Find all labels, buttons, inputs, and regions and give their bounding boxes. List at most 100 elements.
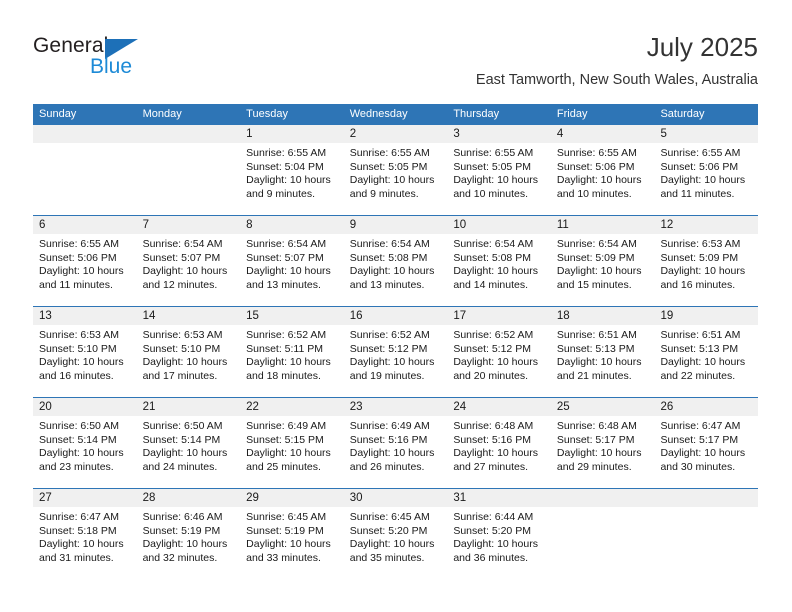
day-number: 26: [654, 398, 759, 416]
general-blue-logo[interactable]: General Blue: [33, 34, 153, 86]
day-sun-info: Sunrise: 6:51 AM Sunset: 5:13 PM Daylight:…: [654, 325, 758, 383]
calendar-day-cell[interactable]: 17 Sunrise: 6:52 AM Sunset: 5:12 PM Dayligh…: [447, 307, 551, 397]
calendar-week-row: 27 Sunrise: 6:47 AM Sunset: 5:18 PM Dayligh…: [33, 488, 759, 579]
day-number: 31: [447, 489, 551, 507]
day-sun-info: Sunrise: 6:54 AM Sunset: 5:07 PM Daylight:…: [137, 234, 241, 292]
calendar-day-cell[interactable]: 29 Sunrise: 6:45 AM Sunset: 5:19 PM Dayligh…: [240, 489, 344, 579]
sunset-text: Sunset: 5:05 PM: [349, 160, 428, 173]
calendar-day-cell[interactable]: 6 Sunrise: 6:55 AM Sunset: 5:06 PM Daylight…: [33, 216, 137, 306]
sunrise-text: Sunrise: 6:51 AM: [556, 329, 637, 341]
calendar-day-cell[interactable]: 2 Sunrise: 6:55 AM Sunset: 5:05 PM Daylight…: [343, 125, 448, 215]
calendar-day-cell[interactable]: 16 Sunrise: 6:52 AM Sunset: 5:12 PM Dayligh…: [343, 307, 448, 397]
calendar-day-cell[interactable]: 28 Sunrise: 6:46 AM Sunset: 5:19 PM Dayligh…: [136, 489, 241, 579]
calendar-week-row: 13 Sunrise: 6:53 AM Sunset: 5:10 PM Dayligh…: [33, 306, 759, 397]
calendar-day-cell[interactable]: 14 Sunrise: 6:53 AM Sunset: 5:10 PM Dayligh…: [136, 307, 241, 397]
sunset-text: Sunset: 5:18 PM: [39, 524, 117, 537]
page-subtitle: East Tamworth, New South Wales, Australi…: [475, 72, 758, 88]
calendar-day-cell[interactable]: 25 Sunrise: 6:48 AM Sunset: 5:17 PM Dayligh…: [550, 398, 655, 488]
sunset-text: Sunset: 5:16 PM: [349, 433, 428, 446]
calendar-day-cell[interactable]: 1 Sunrise: 6:55 AM Sunset: 5:04 PM Daylight…: [240, 125, 344, 215]
day-sun-info: Sunrise: 6:48 AM Sunset: 5:17 PM Daylight:…: [551, 416, 655, 474]
day-number: 7: [136, 216, 241, 234]
daylight-text: Daylight: 10 hours and 15 minutes.: [556, 265, 642, 291]
day-number: 15: [240, 307, 344, 325]
daylight-text: Daylight: 10 hours and 21 minutes.: [556, 356, 642, 382]
day-number: [136, 125, 241, 143]
day-sun-info: Sunrise: 6:52 AM Sunset: 5:11 PM Daylight:…: [240, 325, 344, 383]
daylight-text: Daylight: 10 hours and 25 minutes.: [246, 447, 331, 473]
daylight-text: Daylight: 10 hours and 16 minutes.: [660, 265, 746, 291]
calendar-grid: Sunday Monday Tuesday Wednesday Thursday…: [33, 104, 759, 579]
sunset-text: Sunset: 5:09 PM: [556, 251, 635, 264]
logo-text-blue: Blue: [90, 55, 133, 78]
day-number: 11: [550, 216, 655, 234]
calendar-day-cell[interactable]: 10 Sunrise: 6:54 AM Sunset: 5:08 PM Dayligh…: [447, 216, 551, 306]
calendar-day-cell[interactable]: 23 Sunrise: 6:49 AM Sunset: 5:16 PM Dayligh…: [343, 398, 448, 488]
day-number: 23: [343, 398, 448, 416]
sunset-text: Sunset: 5:05 PM: [453, 160, 531, 173]
day-sun-info: Sunrise: 6:45 AM Sunset: 5:19 PM Daylight:…: [240, 507, 344, 565]
day-number: 20: [33, 398, 137, 416]
calendar-day-cell[interactable]: 9 Sunrise: 6:54 AM Sunset: 5:08 PM Daylight…: [343, 216, 448, 306]
calendar-day-cell[interactable]: 22 Sunrise: 6:49 AM Sunset: 5:15 PM Dayligh…: [240, 398, 344, 488]
sunrise-text: Sunrise: 6:52 AM: [246, 329, 327, 341]
sunset-text: Sunset: 5:17 PM: [660, 433, 739, 446]
day-number: 8: [240, 216, 344, 234]
day-sun-info: Sunrise: 6:55 AM Sunset: 5:05 PM Daylight:…: [344, 143, 448, 201]
day-sun-info: Sunrise: 6:48 AM Sunset: 5:16 PM Daylight:…: [447, 416, 551, 474]
daylight-text: Daylight: 10 hours and 13 minutes.: [349, 265, 435, 291]
calendar-day-cell[interactable]: 15 Sunrise: 6:52 AM Sunset: 5:11 PM Dayligh…: [240, 307, 344, 397]
daylight-text: Daylight: 10 hours and 32 minutes.: [142, 538, 228, 564]
day-number: 1: [240, 125, 344, 143]
day-sun-info: Sunrise: 6:54 AM Sunset: 5:09 PM Daylight:…: [551, 234, 655, 292]
calendar-day-cell[interactable]: 27 Sunrise: 6:47 AM Sunset: 5:18 PM Dayligh…: [33, 489, 137, 579]
day-sun-info: Sunrise: 6:53 AM Sunset: 5:10 PM Daylight:…: [33, 325, 137, 383]
calendar-day-cell[interactable]: 3 Sunrise: 6:55 AM Sunset: 5:05 PM Daylight…: [447, 125, 551, 215]
weekday-header-row: Sunday Monday Tuesday Wednesday Thursday…: [33, 104, 758, 125]
day-number: [654, 489, 759, 507]
calendar-day-cell[interactable]: 20 Sunrise: 6:50 AM Sunset: 5:14 PM Dayligh…: [33, 398, 137, 488]
sunrise-text: Sunrise: 6:46 AM: [142, 511, 223, 523]
calendar-day-cell[interactable]: 30 Sunrise: 6:45 AM Sunset: 5:20 PM Dayligh…: [343, 489, 448, 579]
day-number: 13: [33, 307, 137, 325]
calendar-day-cell[interactable]: 21 Sunrise: 6:50 AM Sunset: 5:14 PM Dayligh…: [136, 398, 241, 488]
calendar-day-cell[interactable]: 31 Sunrise: 6:44 AM Sunset: 5:20 PM Dayligh…: [447, 489, 551, 579]
daylight-text: Daylight: 10 hours and 10 minutes.: [556, 174, 642, 200]
daylight-text: Daylight: 10 hours and 20 minutes.: [453, 356, 538, 382]
day-sun-info: Sunrise: 6:50 AM Sunset: 5:14 PM Daylight:…: [137, 416, 241, 474]
calendar-day-cell[interactable]: 26 Sunrise: 6:47 AM Sunset: 5:17 PM Dayligh…: [654, 398, 759, 488]
sunrise-text: Sunrise: 6:49 AM: [246, 420, 327, 432]
calendar-day-cell[interactable]: 18 Sunrise: 6:51 AM Sunset: 5:13 PM Dayligh…: [550, 307, 655, 397]
daylight-text: Daylight: 10 hours and 33 minutes.: [246, 538, 331, 564]
day-number: 2: [343, 125, 448, 143]
sunset-text: Sunset: 5:08 PM: [453, 251, 531, 264]
page-title: July 2025: [646, 32, 758, 62]
sunset-text: Sunset: 5:10 PM: [39, 342, 117, 355]
sunrise-text: Sunrise: 6:53 AM: [142, 329, 223, 341]
calendar-day-cell[interactable]: 13 Sunrise: 6:53 AM Sunset: 5:10 PM Dayligh…: [33, 307, 137, 397]
calendar-week-row: 1 Sunrise: 6:55 AM Sunset: 5:04 PM Daylight…: [33, 125, 759, 215]
day-sun-info: Sunrise: 6:54 AM Sunset: 5:08 PM Daylight:…: [344, 234, 448, 292]
sunrise-text: Sunrise: 6:47 AM: [660, 420, 741, 432]
calendar-day-cell[interactable]: 19 Sunrise: 6:51 AM Sunset: 5:13 PM Dayligh…: [654, 307, 759, 397]
daylight-text: Daylight: 10 hours and 17 minutes.: [142, 356, 228, 382]
day-number: 9: [343, 216, 448, 234]
weekday-header-monday: Monday: [142, 108, 182, 120]
sunrise-text: Sunrise: 6:54 AM: [349, 238, 430, 250]
daylight-text: Daylight: 10 hours and 12 minutes.: [142, 265, 228, 291]
day-number: 3: [447, 125, 551, 143]
calendar-day-cell[interactable]: 4 Sunrise: 6:55 AM Sunset: 5:06 PM Daylight…: [550, 125, 655, 215]
sunset-text: Sunset: 5:12 PM: [453, 342, 531, 355]
sunset-text: Sunset: 5:13 PM: [660, 342, 739, 355]
calendar-day-cell[interactable]: 24 Sunrise: 6:48 AM Sunset: 5:16 PM Dayligh…: [447, 398, 551, 488]
daylight-text: Daylight: 10 hours and 35 minutes.: [349, 538, 435, 564]
calendar-day-cell[interactable]: 7 Sunrise: 6:54 AM Sunset: 5:07 PM Daylight…: [136, 216, 241, 306]
calendar-day-cell-empty: [136, 125, 241, 215]
calendar-day-cell[interactable]: 5 Sunrise: 6:55 AM Sunset: 5:06 PM Daylight…: [654, 125, 759, 215]
daylight-text: Daylight: 10 hours and 19 minutes.: [349, 356, 435, 382]
calendar-day-cell[interactable]: 8 Sunrise: 6:54 AM Sunset: 5:07 PM Daylight…: [240, 216, 344, 306]
calendar-day-cell[interactable]: 11 Sunrise: 6:54 AM Sunset: 5:09 PM Dayligh…: [550, 216, 655, 306]
sunset-text: Sunset: 5:07 PM: [246, 251, 324, 264]
calendar-day-cell[interactable]: 12 Sunrise: 6:53 AM Sunset: 5:09 PM Dayligh…: [654, 216, 759, 306]
sunrise-text: Sunrise: 6:52 AM: [453, 329, 534, 341]
